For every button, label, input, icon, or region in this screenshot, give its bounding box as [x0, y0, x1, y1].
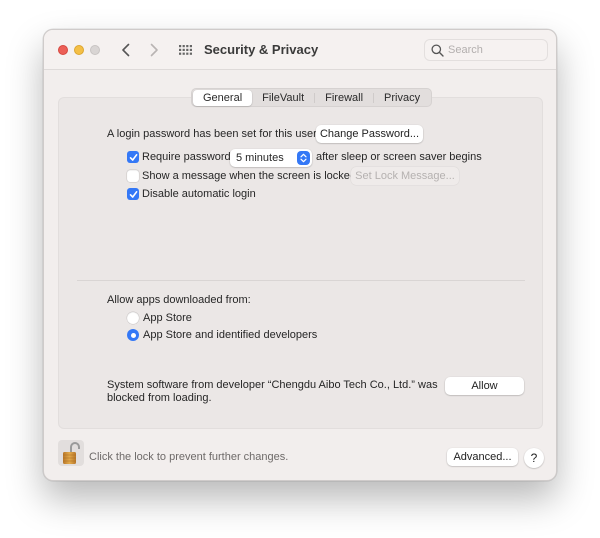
window-title: Security & Privacy — [204, 42, 319, 57]
general-panel: A login password has been set for this u… — [58, 97, 543, 429]
blocked-software-text-line2: blocked from loading. — [107, 392, 212, 404]
zoom-button[interactable] — [90, 45, 100, 55]
close-button[interactable] — [58, 45, 68, 55]
tab-bar: General FileVault Firewall Privacy — [191, 88, 433, 107]
blocked-software-text-line1: System software from developer “Chengdu … — [107, 379, 438, 391]
tab-general[interactable]: General — [193, 90, 253, 106]
require-password-delay-value: 5 minutes — [236, 152, 284, 164]
disable-auto-login-label: Disable automatic login — [142, 188, 256, 200]
help-button[interactable]: ? — [524, 448, 544, 468]
radio-app-store[interactable] — [127, 312, 139, 324]
require-password-checkbox[interactable] — [127, 151, 139, 163]
search-icon — [431, 43, 444, 57]
section-divider — [77, 280, 525, 281]
lock-status-text: Click the lock to prevent further change… — [89, 451, 289, 463]
show-all-button[interactable] — [178, 42, 194, 58]
checkmark-icon — [129, 190, 137, 198]
advanced-button[interactable]: Advanced... — [447, 448, 518, 466]
title-bar: Security & Privacy — [44, 30, 556, 70]
show-message-label: Show a message when the screen is locked — [142, 170, 357, 182]
lock-button[interactable] — [58, 440, 84, 466]
unlocked-padlock-icon — [63, 442, 80, 464]
tab-firewall[interactable]: Firewall — [315, 90, 373, 106]
allow-button[interactable]: Allow — [445, 377, 524, 395]
radio-app-store-identified-label: App Store and identified developers — [143, 329, 318, 341]
show-message-checkbox[interactable] — [127, 170, 139, 182]
search-field[interactable] — [424, 39, 548, 61]
up-down-arrows-icon — [297, 151, 310, 165]
chevron-right-icon — [150, 43, 158, 57]
tab-privacy[interactable]: Privacy — [374, 90, 430, 106]
minimize-button[interactable] — [74, 45, 84, 55]
require-password-delay-select[interactable]: 5 minutes — [230, 149, 312, 167]
grid-icon — [179, 45, 192, 55]
login-password-text: A login password has been set for this u… — [107, 128, 317, 140]
security-privacy-window: Security & Privacy General FileVault Fir… — [43, 29, 557, 481]
allow-apps-label: Allow apps downloaded from: — [107, 294, 251, 306]
disable-auto-login-checkbox[interactable] — [127, 188, 139, 200]
forward-button[interactable] — [145, 41, 163, 59]
chevron-left-icon — [122, 43, 130, 57]
search-input[interactable] — [448, 44, 538, 56]
set-lock-message-button[interactable]: Set Lock Message... — [351, 167, 459, 185]
after-sleep-text: after sleep or screen saver begins — [316, 151, 482, 163]
checkmark-icon — [129, 153, 137, 161]
change-password-button[interactable]: Change Password... — [316, 125, 423, 143]
radio-app-store-identified[interactable] — [127, 329, 139, 341]
require-password-label: Require password — [142, 151, 231, 163]
radio-app-store-label: App Store — [143, 312, 192, 324]
tab-filevault[interactable]: FileVault — [252, 90, 314, 106]
back-button[interactable] — [117, 41, 135, 59]
